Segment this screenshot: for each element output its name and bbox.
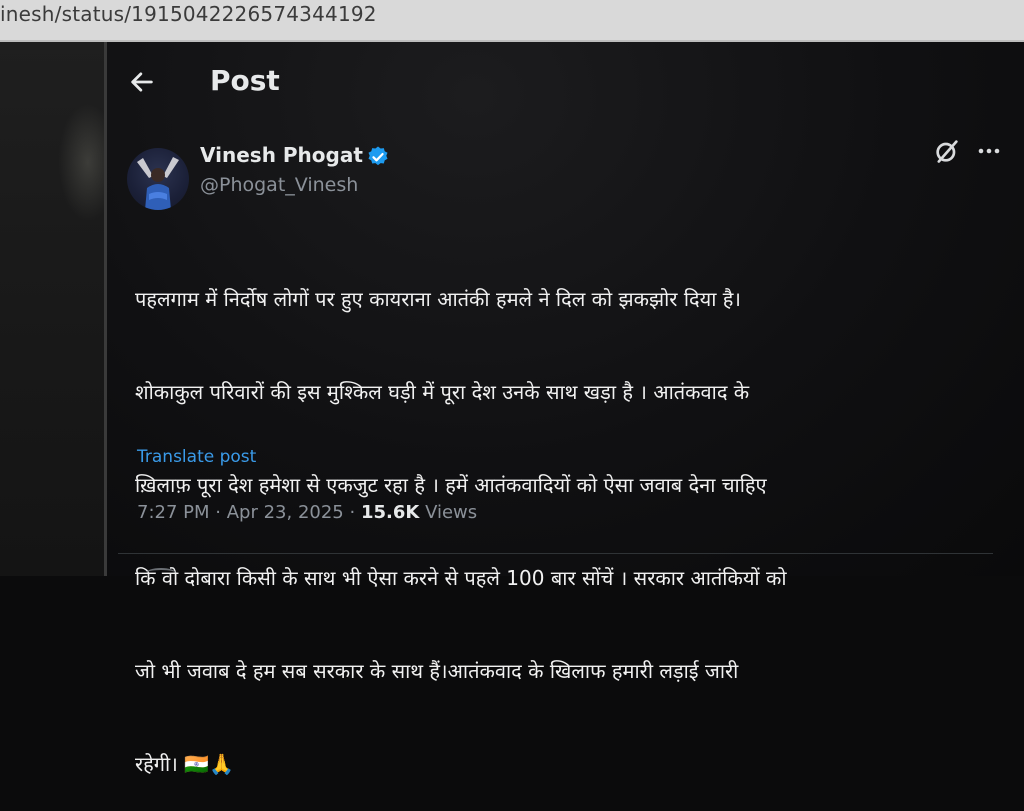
post-text-line: कि वो दोबारा किसी के साथ भी ऐसा करने से … (135, 566, 787, 590)
reply-icon[interactable] (146, 568, 176, 578)
verified-badge-icon (368, 146, 388, 166)
views-count: 15.6K (360, 502, 420, 523)
avatar-image (137, 157, 179, 210)
post-text-line: पहलगाम में निर्दोष लोगों पर हुए कायराना … (135, 287, 741, 311)
page-title: Post (210, 64, 280, 97)
post-meta: 7:27 PM · Apr 23, 2025 · 15.6K Views (137, 502, 477, 523)
post-text-line: ख़िलाफ़ पूरा देश हमेशा से एकजुट रहा है ।… (135, 473, 767, 497)
more-options-icon[interactable] (976, 140, 1002, 162)
translate-post-link[interactable]: Translate post (137, 447, 256, 467)
left-sidebar (0, 42, 118, 576)
post-text-line: जो भी जवाब दे हम सब सरकार के साथ हैं।आतं… (135, 659, 739, 683)
meta-separator: · (349, 502, 356, 523)
post-time[interactable]: 7:27 PM (137, 502, 210, 523)
author-name[interactable]: Vinesh Phogat (200, 143, 363, 167)
url-text[interactable]: inesh/status/1915042226574344192 (0, 2, 377, 26)
browser-address-bar[interactable]: inesh/status/1915042226574344192 (0, 0, 1024, 42)
meta-separator: · (215, 502, 221, 523)
avatar[interactable] (127, 148, 189, 210)
arrow-left-icon[interactable] (128, 68, 156, 96)
author-handle[interactable]: @Phogat_Vinesh (200, 174, 358, 196)
post-text-line: रहेगी। 🇮🇳🙏 (135, 752, 234, 776)
divider (118, 553, 993, 554)
grok-icon[interactable] (933, 137, 961, 165)
views-label: Views (425, 502, 478, 523)
post-text-line: शोकाकुल परिवारों की इस मुश्किल घड़ी में … (135, 380, 750, 404)
post-date[interactable]: Apr 23, 2025 (227, 502, 344, 523)
